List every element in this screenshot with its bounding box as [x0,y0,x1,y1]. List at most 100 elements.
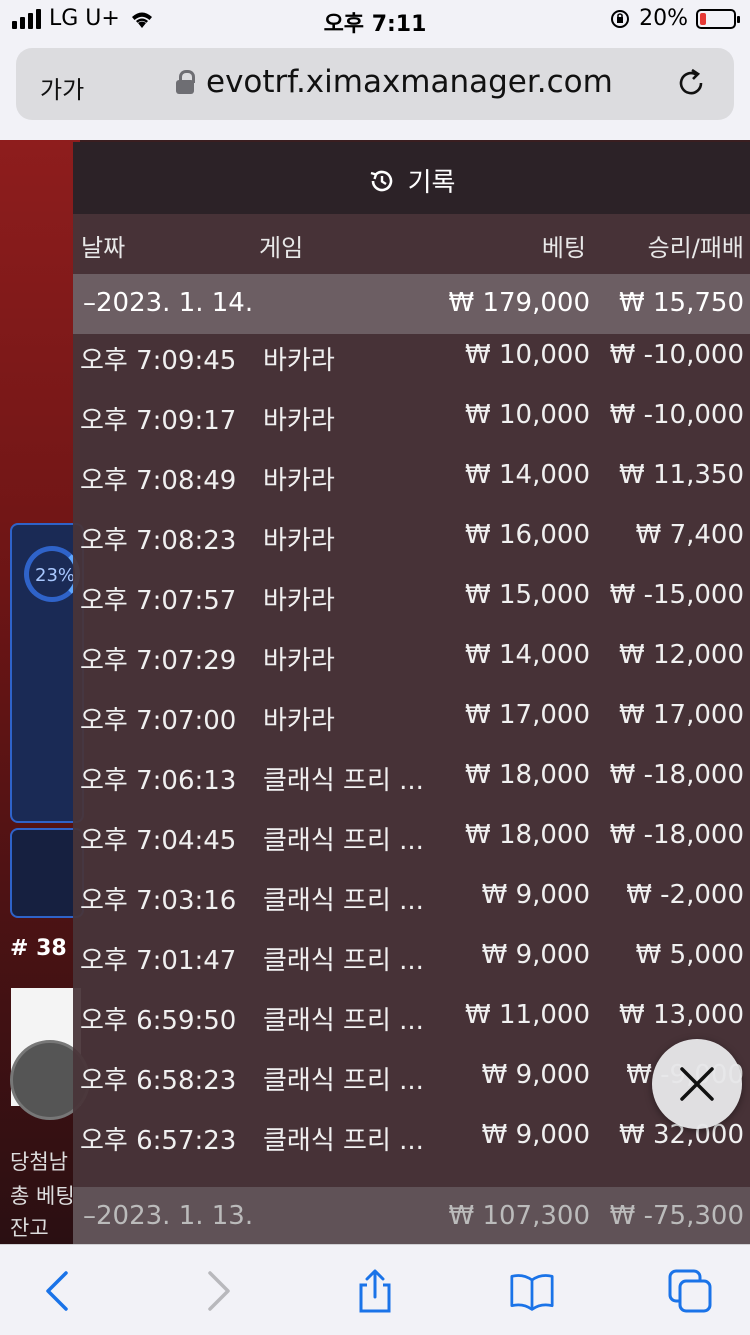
row-game: 클래식 프리 ... [263,1006,424,1036]
history-panel: 기록 날짜 게임 베팅 승리/패배 –2023. 1. 14. ₩ 179,00… [73,142,750,1244]
close-button[interactable] [652,1039,742,1129]
battery-icon [696,8,740,29]
row-win-loss: ₩ 17,000 [619,700,744,730]
row-game: 클래식 프리 ... [263,826,424,856]
status-right: 20% [609,6,740,31]
history-row[interactable]: 오후 7:04:45 클래식 프리 ... ₩ 18,000 ₩ -18,000 [73,820,750,880]
row-time: 오후 7:08:23 [80,526,237,556]
row-time: 오후 7:07:57 [80,586,237,616]
row-time: 오후 7:07:00 [80,706,237,736]
history-row[interactable]: 오후 6:57:23 클래식 프리 ... ₩ 9,000 ₩ 32,000 [73,1120,750,1180]
row-win-loss: ₩ 5,000 [635,940,744,970]
row-game: 클래식 프리 ... [263,766,424,796]
row-time: 오후 7:08:49 [80,466,237,496]
row-win-loss: ₩ 12,000 [619,640,744,670]
browser-toolbar [0,1244,750,1335]
row-time: 오후 7:03:16 [80,886,237,916]
row-game: 바카라 [263,406,335,436]
history-row[interactable]: 오후 7:01:47 클래식 프리 ... ₩ 9,000 ₩ 5,000 [73,940,750,1000]
day-bet-total: ₩ 179,000 [448,288,591,318]
header-game: 게임 [259,234,304,262]
row-time: 오후 7:06:13 [80,766,237,796]
history-row[interactable]: 오후 6:58:23클래식 프리 ...₩ 9,000₩ -9,000 [73,1060,750,1120]
row-time: 오후 6:57:23 [80,1126,237,1156]
row-bet: ₩ 10,000 [465,400,590,430]
row-game: 클래식 프리 ... [263,946,424,976]
total-bet-label: 총 베팅 [10,1184,75,1208]
history-row[interactable]: 오후 7:03:16 클래식 프리 ... ₩ 9,000 ₩ -2,000 [73,880,750,940]
history-row[interactable]: 오후 7:08:23 바카라 ₩ 16,000 ₩ 7,400 [73,520,750,580]
panel-title-text: 기록 [407,168,456,198]
row-win-loss: ₩ -15,000 [609,580,744,610]
history-row[interactable]: 오후 7:07:57 바카라 ₩ 15,000 ₩ -15,000 [73,580,750,640]
row-time: 오후 7:09:17 [80,406,237,436]
status-bar: LG U+ 오후 7:11 20% [0,0,750,40]
row-game: 바카라 [263,526,335,556]
row-game: 바카라 [263,346,335,376]
back-chevron-icon[interactable] [36,1269,80,1313]
history-rows: 오후 7:09:45 바카라 ₩ 10,000 ₩ -10,000 오후 7:09:17… [73,340,750,1180]
row-game: 클래식 프리 ... [263,886,424,916]
day-win-loss-total: ₩ 15,750 [619,288,744,318]
history-row[interactable]: 오후 7:06:13 클래식 프리 ... ₩ 18,000 ₩ -18,000 [73,760,750,820]
row-time: 오후 7:09:45 [80,346,237,376]
winner-label: 당첨남 [10,1150,68,1174]
day-bet-total: ₩ 107,300 [448,1201,591,1231]
row-win-loss: ₩ -10,000 [609,340,744,370]
reload-icon[interactable] [674,66,708,100]
history-row[interactable]: 오후 7:09:45 바카라 ₩ 10,000 ₩ -10,000 [73,340,750,400]
day-date: –2023. 1. 14. [83,288,254,318]
row-bet: ₩ 16,000 [465,520,590,550]
row-bet: ₩ 18,000 [465,760,590,790]
row-win-loss: ₩ 11,350 [619,460,744,490]
row-game: 바카라 [263,646,335,676]
row-game: 클래식 프리 ... [263,1126,424,1156]
row-win-loss: ₩ -18,000 [609,820,744,850]
row-win-loss: ₩ 13,000 [619,1000,744,1030]
row-time: 오후 6:58:23 [80,1066,237,1096]
progress-label: 23% [35,565,76,586]
share-icon[interactable] [353,1269,397,1313]
close-icon [680,1067,714,1101]
row-game: 클래식 프리 ... [263,1066,424,1096]
row-win-loss: ₩ -10,000 [609,400,744,430]
row-time: 오후 7:04:45 [80,826,237,856]
history-row[interactable]: 오후 7:07:29 바카라 ₩ 14,000 ₩ 12,000 [73,640,750,700]
lock-icon [176,70,195,94]
row-time: 오후 7:07:29 [80,646,237,676]
forward-chevron-icon[interactable] [196,1269,240,1313]
address-bar[interactable]: 가가 evotrf.ximaxmanager.com [16,48,734,120]
url-text: evotrf.ximaxmanager.com [206,64,613,100]
day-group-current[interactable]: –2023. 1. 14. ₩ 179,000 ₩ 15,750 [73,274,750,334]
panel-title: 기록 [73,162,750,199]
battery-percent: 20% [639,6,688,31]
history-row[interactable]: 오후 7:08:49 바카라 ₩ 14,000 ₩ 11,350 [73,460,750,520]
day-date: –2023. 1. 13. [83,1201,254,1231]
history-row[interactable]: 오후 7:07:00 바카라 ₩ 17,000 ₩ 17,000 [73,700,750,760]
header-win-loss: 승리/패배 [647,234,744,262]
orientation-lock-icon [611,9,630,28]
book-icon[interactable] [510,1269,554,1313]
row-bet: ₩ 9,000 [481,880,590,910]
history-icon [370,170,392,191]
row-bet: ₩ 15,000 [465,580,590,610]
row-bet: ₩ 9,000 [481,1060,590,1090]
row-bet: ₩ 9,000 [481,940,590,970]
history-row[interactable]: 오후 6:59:50 클래식 프리 ... ₩ 11,000 ₩ 13,000 [73,1000,750,1060]
row-bet: ₩ 17,000 [465,700,590,730]
day-group-previous[interactable]: –2023. 1. 13. ₩ 107,300 ₩ -75,300 [73,1187,750,1244]
row-bet: ₩ 14,000 [465,460,590,490]
table-number: # 38 [10,936,67,961]
text-size-button[interactable]: 가가 [40,70,84,105]
row-bet: ₩ 10,000 [465,340,590,370]
row-bet: ₩ 18,000 [465,820,590,850]
row-game: 바카라 [263,706,335,736]
header-bet: 베팅 [541,234,586,262]
balance-label: 잔고 [10,1216,49,1240]
row-game: 바카라 [263,466,335,496]
history-row[interactable]: 오후 7:09:17 바카라 ₩ 10,000 ₩ -10,000 [73,400,750,460]
row-bet: ₩ 11,000 [465,1000,590,1030]
row-bet: ₩ 9,000 [481,1120,590,1150]
url-display[interactable]: evotrf.ximaxmanager.com [176,64,613,100]
tabs-icon[interactable] [668,1269,712,1313]
